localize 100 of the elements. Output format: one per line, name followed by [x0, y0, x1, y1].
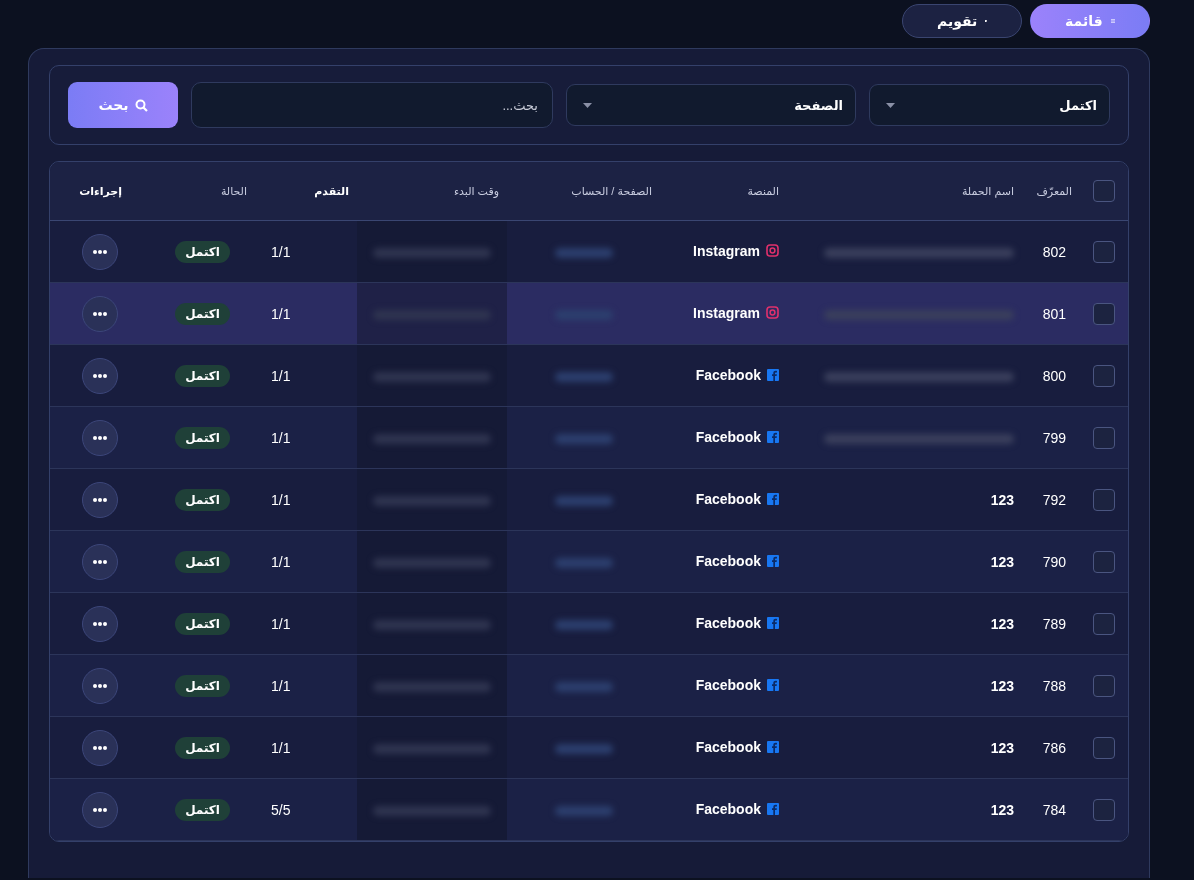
table-cell: 800 — [1022, 344, 1080, 407]
table-cell: 1/1 — [255, 468, 357, 531]
checkbox[interactable] — [1093, 180, 1115, 202]
more-icon — [93, 559, 107, 564]
facebook-icon — [767, 741, 779, 753]
caret-icon — [583, 102, 592, 108]
table-cell: 5/5 — [255, 778, 357, 841]
table-cell: 1/1 — [255, 344, 357, 407]
column-header: اسم الحملة — [787, 162, 1022, 221]
platform-name: Facebook — [695, 367, 761, 383]
more-button[interactable] — [82, 605, 118, 642]
platform-name: Instagram — [693, 304, 760, 321]
more-icon — [93, 249, 107, 254]
table-cell: 1/1 — [255, 716, 357, 779]
column-header: المعرّف — [1022, 162, 1080, 221]
column-header: وقت البدء — [357, 162, 507, 221]
checkbox[interactable] — [1093, 364, 1115, 387]
view-tab[interactable]: تقويم — [902, 4, 1022, 38]
blurred-text — [554, 557, 613, 568]
more-button[interactable] — [82, 481, 118, 518]
caret-icon — [886, 102, 895, 108]
more-icon — [93, 807, 107, 812]
checkbox[interactable] — [1093, 798, 1115, 821]
status-badge: اكتمل — [175, 240, 230, 263]
platform-name: Facebook — [695, 553, 761, 569]
platform-name: Facebook — [695, 615, 761, 631]
table-cell: 784 — [1022, 778, 1080, 841]
status-badge: اكتمل — [175, 736, 230, 759]
checkbox[interactable] — [1093, 674, 1115, 697]
checkbox[interactable] — [1093, 736, 1115, 759]
table-cell: 789 — [1022, 592, 1080, 655]
more-icon — [93, 435, 107, 440]
status-badge: اكتمل — [175, 426, 230, 449]
campaign-name: 123 — [990, 801, 1014, 818]
platform-name: Facebook — [695, 429, 761, 445]
campaign-name: 123 — [990, 615, 1014, 632]
more-button[interactable] — [82, 419, 118, 456]
checkbox[interactable] — [1093, 612, 1115, 635]
facebook-icon — [767, 679, 779, 691]
column-header: التقدم — [255, 162, 357, 221]
checkbox[interactable] — [1093, 426, 1115, 449]
platform-name: Facebook — [695, 677, 761, 693]
table-cell: 1/1 — [255, 530, 357, 593]
checkbox[interactable] — [1093, 240, 1115, 263]
blurred-text — [554, 371, 613, 382]
more-button[interactable] — [82, 543, 118, 580]
checkbox[interactable] — [1093, 302, 1115, 325]
status-badge: اكتمل — [175, 612, 230, 635]
page-dropdown[interactable]: الصفحة — [566, 84, 856, 126]
more-icon — [93, 683, 107, 688]
checkbox[interactable] — [1093, 488, 1115, 511]
more-icon — [93, 497, 107, 502]
more-button[interactable] — [82, 357, 118, 394]
facebook-icon — [767, 431, 779, 443]
instagram-icon — [766, 306, 779, 320]
blurred-text — [554, 433, 613, 444]
instagram-icon — [766, 244, 779, 258]
table-cell: 1/1 — [255, 592, 357, 655]
blurred-text — [554, 681, 613, 692]
table-cell: 788 — [1022, 654, 1080, 717]
blurred-text — [554, 495, 613, 506]
campaign-name: 123 — [990, 677, 1014, 694]
blurred-text — [554, 743, 613, 754]
checkbox[interactable] — [1093, 550, 1115, 573]
table-cell: 792 — [1022, 468, 1080, 531]
status-dropdown[interactable]: اكتمل — [869, 84, 1110, 126]
more-icon — [93, 311, 107, 316]
campaign-name: 123 — [990, 491, 1014, 508]
campaign-name: 123 — [990, 739, 1014, 756]
table-cell: 799 — [1022, 406, 1080, 469]
more-button[interactable] — [82, 667, 118, 704]
status-badge: اكتمل — [175, 674, 230, 697]
blurred-text — [554, 805, 613, 816]
blurred-text — [554, 247, 613, 258]
column-header: المنصة — [660, 162, 787, 221]
status-badge: اكتمل — [175, 302, 230, 325]
more-button[interactable] — [82, 791, 118, 828]
facebook-icon — [767, 617, 779, 629]
blurred-text — [554, 619, 613, 630]
platform-name: Facebook — [695, 491, 761, 507]
more-icon — [93, 373, 107, 378]
column-header: الصفحة / الحساب — [507, 162, 660, 221]
status-badge: اكتمل — [175, 798, 230, 821]
more-button[interactable] — [82, 729, 118, 766]
facebook-icon — [767, 555, 779, 567]
table-cell: 786 — [1022, 716, 1080, 779]
campaign-name: 123 — [990, 553, 1014, 570]
table-cell: 1/1 — [255, 282, 357, 345]
table-cell: 1/1 — [255, 406, 357, 469]
column-header: إجراءات — [50, 162, 150, 221]
more-icon — [93, 745, 107, 750]
search-icon — [134, 98, 148, 112]
facebook-icon — [767, 803, 779, 815]
facebook-icon — [767, 493, 779, 505]
search-field[interactable]: بحث... — [191, 82, 553, 128]
table-cell: 802 — [1022, 220, 1080, 283]
more-button[interactable] — [82, 295, 118, 332]
table-cell: 1/1 — [255, 654, 357, 717]
more-button[interactable] — [82, 233, 118, 270]
table-cell: 801 — [1022, 282, 1080, 345]
